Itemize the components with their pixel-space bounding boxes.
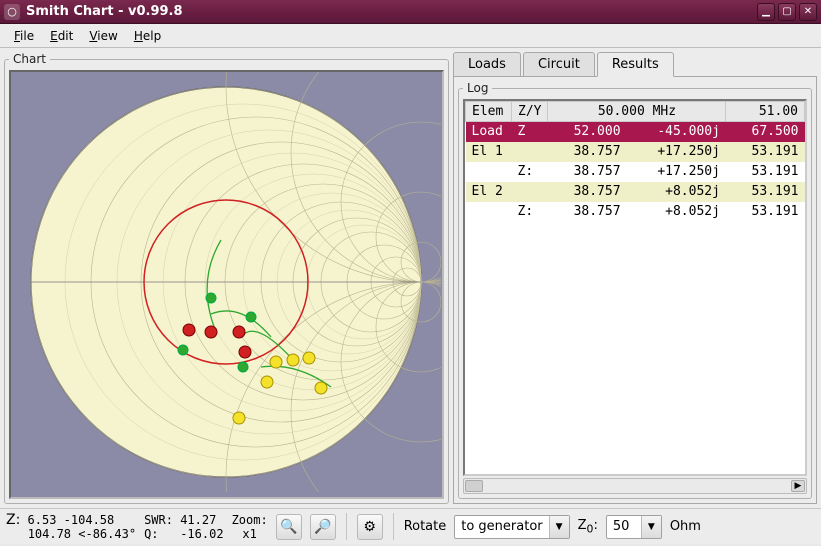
cell-im: +17.250j (627, 162, 726, 182)
tabs: Loads Circuit Results (453, 52, 817, 77)
cell-elem: Load (466, 122, 512, 142)
log-horizontal-scrollbar[interactable]: ▶ (463, 478, 807, 494)
separator (393, 513, 394, 540)
zoom-out-icon: 🔍 (280, 519, 297, 535)
cell-zy (512, 142, 548, 162)
cell-im: -45.000j (627, 122, 726, 142)
log-col-z0[interactable]: 51.00 (726, 102, 805, 122)
log-row[interactable]: Z:38.757+8.052j53.191 (466, 202, 805, 222)
cell-re: 38.757 (548, 142, 627, 162)
log-row[interactable]: El 1 38.757+17.250j53.191 (466, 142, 805, 162)
gear-icon: ⚙ (363, 519, 376, 535)
cell-re: 52.000 (548, 122, 627, 142)
log-row[interactable]: Z:38.757+17.250j53.191 (466, 162, 805, 182)
window-title: Smith Chart - v0.99.8 (26, 4, 754, 19)
menu-help[interactable]: Help (126, 27, 169, 45)
menu-view[interactable]: View (81, 27, 125, 45)
content-area: Chart (0, 48, 821, 508)
log-col-elem[interactable]: Elem (466, 102, 512, 122)
cell-re: 38.757 (548, 182, 627, 202)
tab-body-results: Log Elem Z/Y 50.000 MHz 51.00 LoadZ52.00… (453, 76, 817, 504)
log-table-wrap[interactable]: Elem Z/Y 50.000 MHz 51.00 LoadZ52.000-45… (463, 99, 807, 476)
rotate-label: Rotate (404, 519, 447, 534)
status-z-line2: 104.78 <-86.43° (28, 527, 136, 541)
cell-zy: Z: (512, 162, 548, 182)
minimize-button[interactable]: ▁ (757, 3, 775, 21)
bottombar: Z: 6.53 -104.58 104.78 <-86.43° SWR: 41.… (0, 508, 821, 544)
cell-elem: El 2 (466, 182, 512, 202)
cell-mag: 67.500 (726, 122, 805, 142)
tab-circuit[interactable]: Circuit (523, 52, 595, 77)
cell-zy: Z (512, 122, 548, 142)
scrollbar-thumb[interactable] (465, 480, 483, 492)
q-label: Q: (144, 527, 158, 541)
status-z: Z: 6.53 -104.58 104.78 <-86.43° (6, 513, 136, 541)
chart-panel: Chart (4, 52, 449, 504)
swr-value: 41.27 (180, 513, 216, 527)
cell-mag: 53.191 (726, 182, 805, 202)
q-value: -16.02 (180, 527, 223, 541)
cell-im: +8.052j (627, 182, 726, 202)
right-pane: Loads Circuit Results Log Elem Z/Y 50.00… (453, 52, 817, 504)
system-menu-icon[interactable]: ○ (4, 4, 20, 20)
z0-label: Z0: (578, 518, 598, 536)
cell-im: +8.052j (627, 202, 726, 222)
cell-elem (466, 202, 512, 222)
log-row[interactable]: El 2 38.757+8.052j53.191 (466, 182, 805, 202)
zoom-label: Zoom: (232, 513, 268, 527)
cell-im: +17.250j (627, 142, 726, 162)
cell-mag: 53.191 (726, 202, 805, 222)
menu-edit[interactable]: Edit (42, 27, 81, 45)
close-button[interactable]: ✕ (799, 3, 817, 21)
log-table: Elem Z/Y 50.000 MHz 51.00 LoadZ52.000-45… (465, 101, 805, 222)
tab-results[interactable]: Results (597, 52, 674, 77)
log-row[interactable]: LoadZ52.000-45.000j67.500 (466, 122, 805, 142)
status-z-line1: 6.53 -104.58 (28, 513, 115, 527)
z0-combo-text: 50 (607, 519, 641, 534)
chevron-down-icon[interactable]: ▼ (641, 516, 661, 538)
scrollbar-arrow-right[interactable]: ▶ (791, 480, 805, 492)
zoom-in-button[interactable]: 🔎 (310, 514, 336, 540)
cell-re: 38.757 (548, 162, 627, 182)
cell-mag: 53.191 (726, 142, 805, 162)
status-swr-q: SWR: 41.27 Q: -16.02 (144, 513, 224, 541)
zoom-in-icon: 🔎 (314, 519, 331, 535)
menubar: File Edit View Help (0, 24, 821, 48)
smith-chart[interactable] (9, 70, 444, 499)
swr-label: SWR: (144, 513, 173, 527)
menu-file[interactable]: File (6, 27, 42, 45)
cell-elem (466, 162, 512, 182)
log-legend: Log (463, 81, 492, 95)
cell-re: 38.757 (548, 202, 627, 222)
z0-combo[interactable]: 50 ▼ (606, 515, 662, 539)
cell-elem: El 1 (466, 142, 512, 162)
chart-legend: Chart (9, 52, 50, 66)
cell-mag: 53.191 (726, 162, 805, 182)
chevron-down-icon[interactable]: ▼ (549, 516, 569, 538)
log-panel: Log Elem Z/Y 50.000 MHz 51.00 LoadZ52.00… (458, 81, 812, 499)
tab-loads[interactable]: Loads (453, 52, 521, 77)
log-col-zy[interactable]: Z/Y (512, 102, 548, 122)
cell-zy: Z: (512, 202, 548, 222)
zoom-value: x1 (242, 527, 256, 541)
titlebar: ○ Smith Chart - v0.99.8 ▁ ▢ ✕ (0, 0, 821, 24)
zoom-out-button[interactable]: 🔍 (276, 514, 302, 540)
status-zoom: Zoom: x1 (232, 513, 268, 541)
maximize-button[interactable]: ▢ (778, 3, 796, 21)
cell-zy (512, 182, 548, 202)
left-pane: Chart (4, 52, 449, 504)
rotate-combo[interactable]: to generator ▼ (454, 515, 569, 539)
rotate-combo-text: to generator (455, 519, 548, 534)
separator (346, 513, 347, 540)
log-col-freq[interactable]: 50.000 MHz (548, 102, 726, 122)
z0-unit: Ohm (670, 519, 701, 534)
settings-button[interactable]: ⚙ (357, 514, 383, 540)
